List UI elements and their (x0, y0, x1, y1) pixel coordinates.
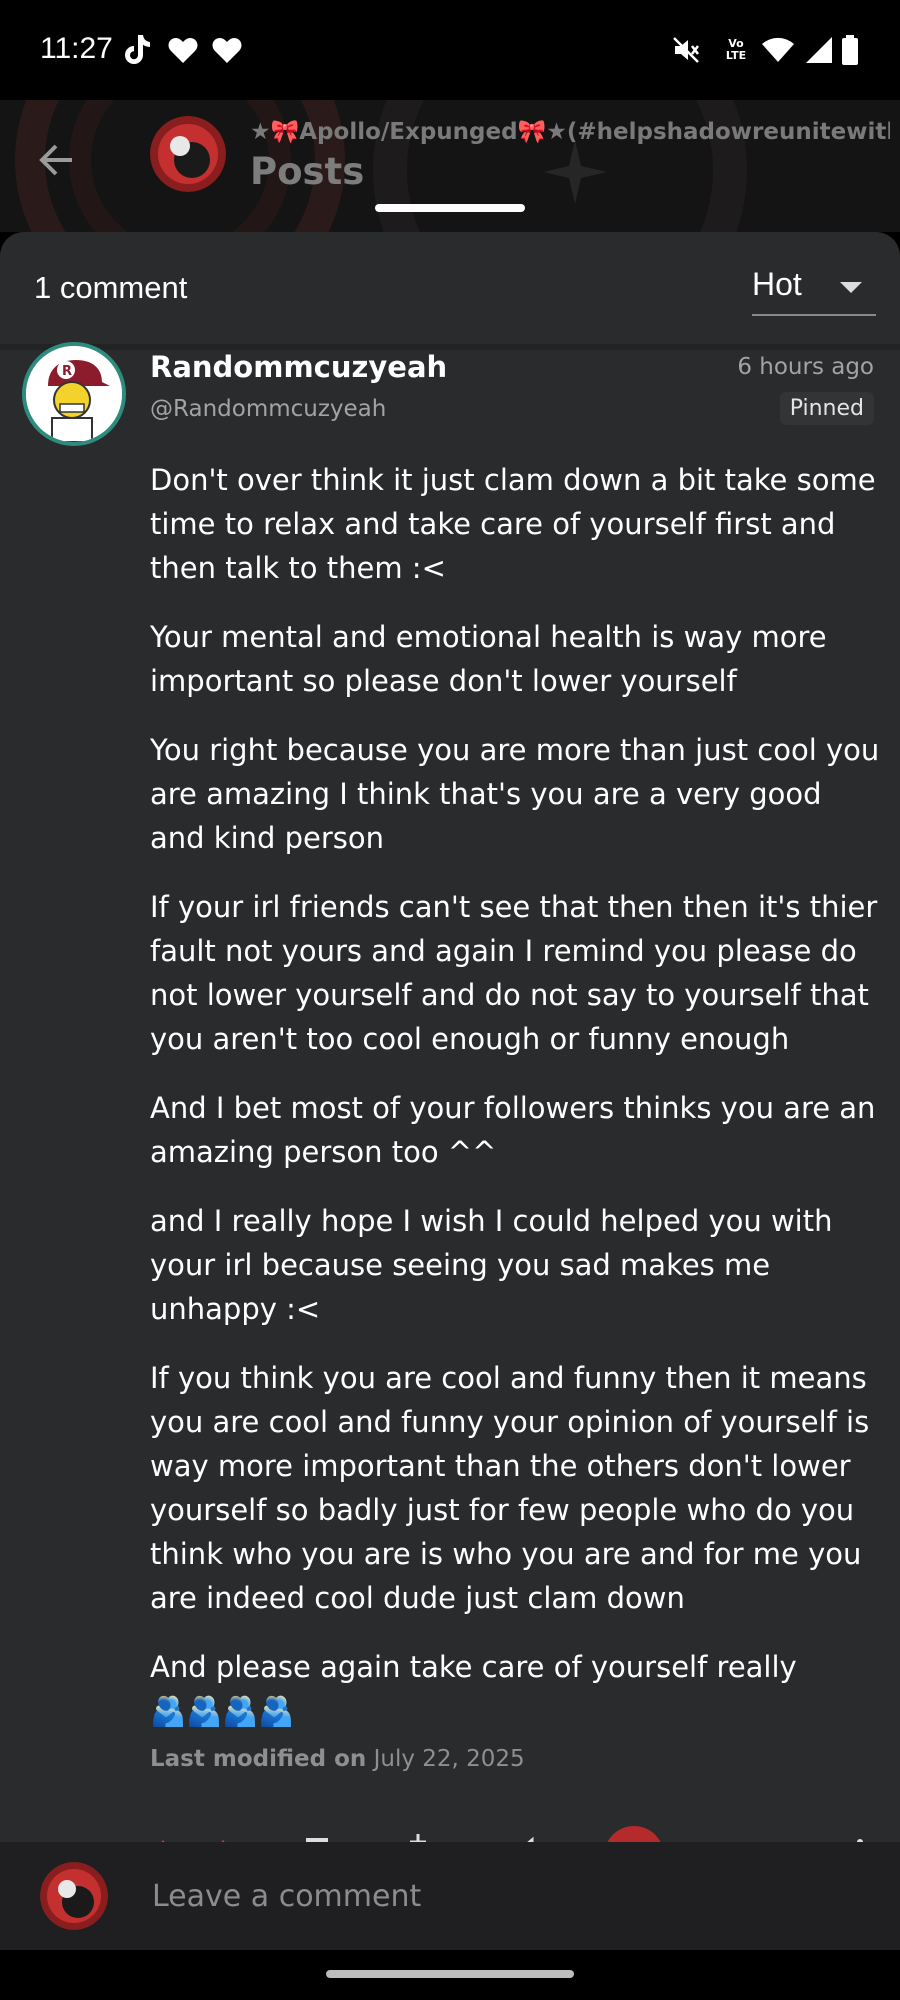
chevron-down-icon (840, 282, 862, 293)
action-icons-cut-off (161, 1826, 863, 1842)
comment-actions (0, 1820, 900, 1842)
hug-emoji: 🫂🫂🫂🫂 (150, 1694, 295, 1728)
navigation-bar (0, 1950, 900, 2000)
comment-paragraph: If you think you are cool and funny then… (150, 1361, 870, 1615)
timestamp: 6 hours ago (737, 354, 874, 380)
pinned-badge: Pinned (779, 392, 874, 425)
community-header: ★🎀Apollo/Expunged🎀★(#helpshadowreunitewi… (0, 100, 900, 232)
last-modified-date: July 22, 2025 (373, 1746, 525, 1772)
author-handle: @Randommcuzyeah (150, 396, 387, 422)
heart-icon (166, 30, 200, 70)
comments-header: 1 comment Hot (0, 232, 900, 344)
comment-input[interactable] (150, 1870, 854, 1922)
status-bar: 11:27 Vo LTE (0, 0, 900, 100)
comment-paragraph: And I bet most of your followers thinks … (150, 1091, 876, 1169)
comment-paragraph: and I really hope I wish I could helped … (150, 1204, 833, 1326)
mute-icon (668, 30, 704, 70)
last-modified: Last modified on July 22, 2025 (150, 1746, 525, 1772)
user-avatar[interactable] (40, 1862, 108, 1930)
comment-paragraph: Your mental and emotional health is way … (150, 620, 827, 698)
sort-selected-label: Hot (752, 266, 802, 302)
comment-paragraph: Don't over think it just clam down a bit… (150, 463, 876, 585)
drag-handle[interactable] (375, 204, 525, 212)
last-modified-label: Last modified on (150, 1746, 367, 1772)
volte-label: Vo LTE (725, 37, 747, 62)
page-title: Posts (250, 150, 365, 193)
comment-paragraph: If your irl friends can't see that then … (150, 890, 878, 1056)
community-name: ★🎀Apollo/Expunged🎀★(#helpshadowreunitewi… (250, 119, 890, 145)
comment-paragraph-last: And please again take care of yourself r… (150, 1645, 882, 1733)
signal-icon (802, 30, 836, 70)
heart-icon (210, 30, 244, 70)
sort-dropdown[interactable]: Hot (752, 266, 876, 316)
status-time: 11:27 (40, 32, 113, 65)
arrow-left-icon (39, 144, 72, 176)
back-button[interactable] (26, 130, 86, 190)
battery-icon (838, 30, 862, 70)
tiktok-icon (120, 30, 154, 70)
wifi-icon (758, 30, 798, 70)
avatar[interactable]: R (22, 342, 126, 446)
divider (0, 344, 900, 350)
comment-count: 1 comment (34, 270, 188, 305)
author-name[interactable]: Randommcuzyeah (150, 350, 447, 384)
home-gesture-pill[interactable] (326, 1970, 574, 1978)
comment-body: Don't over think it just clam down a bit… (150, 458, 882, 1758)
comment-last-text: And please again take care of yourself r… (150, 1650, 797, 1684)
comment-paragraph: You right because you are more than just… (150, 733, 880, 855)
comment-composer (0, 1842, 900, 1950)
volte-icon: Vo LTE (718, 30, 754, 70)
community-avatar[interactable] (150, 116, 226, 192)
svg-text:R: R (62, 364, 72, 379)
